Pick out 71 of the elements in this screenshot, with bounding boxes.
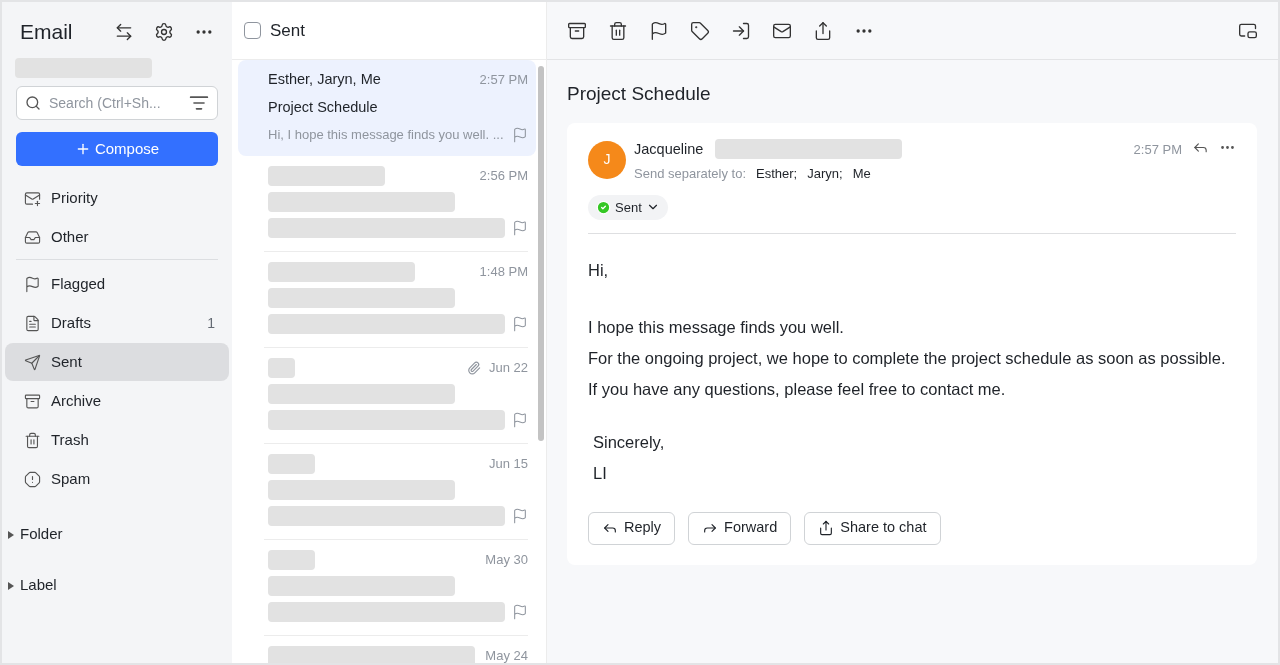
message-time: Jun 22 bbox=[488, 359, 528, 378]
list-title: Sent bbox=[270, 19, 305, 42]
message-time: 1:48 PM bbox=[479, 263, 528, 282]
message-title: Project Schedule bbox=[566, 82, 712, 106]
signature-line: Sincerely, bbox=[593, 431, 666, 453]
app-title: Email bbox=[19, 19, 74, 46]
document-icon bbox=[24, 314, 41, 332]
filter-icon[interactable] bbox=[189, 93, 209, 113]
action-button[interactable]: Reply bbox=[588, 511, 676, 545]
trash-icon[interactable] bbox=[608, 20, 628, 41]
recipient-name[interactable]: Me bbox=[852, 164, 871, 184]
action-button[interactable]: Forward bbox=[688, 511, 792, 545]
message-time: May 24 bbox=[485, 647, 528, 663]
avatar: J bbox=[588, 140, 626, 179]
nav-item[interactable]: Flagged bbox=[5, 265, 229, 303]
message-time: 2:57 PM bbox=[479, 71, 528, 90]
section-toggle[interactable]: Folder bbox=[8, 509, 218, 560]
signature-line: LI bbox=[593, 462, 608, 484]
sender-name: Jacqueline bbox=[634, 139, 704, 159]
move-icon[interactable] bbox=[731, 20, 751, 41]
check-circle-icon bbox=[596, 199, 611, 215]
body-paragraph: If you have any questions, please feel free to contact me. bbox=[588, 378, 1007, 400]
compose-button[interactable]: Compose bbox=[16, 132, 218, 166]
search-icon bbox=[25, 95, 41, 111]
nav-item[interactable]: Spam bbox=[5, 460, 229, 498]
body-paragraph: For the ongoing project, we hope to complete the project schedule as soon as possible. bbox=[588, 347, 1227, 369]
recipient-name[interactable]: Jaryn; bbox=[807, 164, 843, 184]
caret-icon bbox=[8, 530, 14, 539]
message-time: May 30 bbox=[485, 551, 528, 570]
recipients-label: Send separately to: bbox=[634, 165, 747, 184]
nav-item[interactable]: Trash bbox=[5, 421, 229, 459]
count-label: 1 bbox=[207, 313, 215, 333]
nav-item[interactable]: Drafts 1 bbox=[5, 304, 229, 342]
scrollbar[interactable] bbox=[538, 66, 544, 441]
recipient-name[interactable]: Esther; bbox=[756, 164, 798, 184]
nav-item[interactable]: Archive bbox=[5, 382, 229, 420]
nav-item[interactable]: Priority bbox=[5, 179, 229, 217]
search-field[interactable]: Search (Ctrl+Sh... bbox=[16, 86, 218, 120]
redacted-bar bbox=[268, 454, 315, 474]
message-time: 2:57 PM bbox=[1133, 140, 1182, 159]
message-time: Jun 15 bbox=[488, 455, 528, 474]
body-paragraph: I hope this message finds you well. bbox=[588, 316, 845, 338]
send-icon bbox=[24, 353, 41, 371]
trash-icon bbox=[24, 431, 41, 449]
flag-icon[interactable] bbox=[649, 20, 669, 41]
inbox-icon bbox=[24, 228, 41, 246]
tag-icon[interactable] bbox=[690, 20, 710, 41]
message-item[interactable]: Esther, Jaryn, Me 2:57 PM Project Schedule Hi, I hope this message finds you well. ... bbox=[238, 60, 536, 156]
nav-item[interactable]: Sent bbox=[5, 343, 229, 381]
alert-icon bbox=[24, 470, 41, 488]
message-subject: Project Schedule bbox=[268, 98, 379, 117]
status-chip[interactable]: Sent bbox=[588, 194, 668, 220]
share-icon[interactable] bbox=[813, 20, 833, 41]
share-icon bbox=[818, 520, 835, 537]
body-paragraph: Hi, bbox=[588, 259, 610, 281]
select-all-checkbox[interactable] bbox=[244, 22, 261, 39]
redacted-bar bbox=[268, 550, 315, 570]
action-button[interactable]: Share to chat bbox=[804, 511, 941, 545]
caret-icon bbox=[8, 581, 14, 590]
inbox-star-icon bbox=[24, 189, 41, 207]
archive-icon bbox=[24, 392, 41, 410]
redacted-bar bbox=[268, 358, 295, 378]
nav-item[interactable]: Other bbox=[5, 218, 229, 256]
message-time: 2:56 PM bbox=[479, 167, 528, 186]
archive-icon[interactable] bbox=[567, 20, 587, 41]
settings-icon[interactable] bbox=[154, 22, 174, 42]
message-preview: Hi, I hope this message finds you well. ... bbox=[268, 125, 505, 144]
swap-icon[interactable] bbox=[114, 22, 134, 42]
flag-icon bbox=[24, 275, 41, 293]
sender-name: Esther, Jaryn, Me bbox=[268, 70, 382, 90]
section-toggle[interactable]: Label bbox=[8, 560, 218, 611]
